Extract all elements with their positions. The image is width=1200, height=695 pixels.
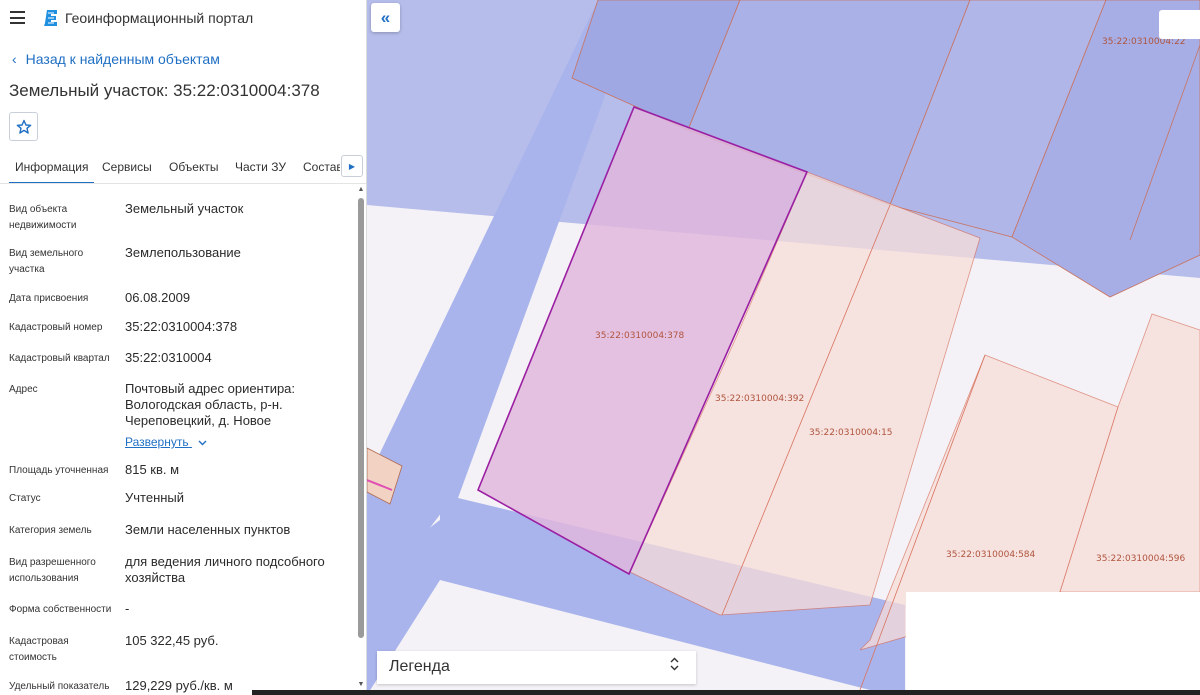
property-label: Категория земель [9, 525, 92, 536]
property-label: Вид разрешенного использования [9, 557, 96, 584]
property-value: 35:22:0310004:378 [125, 319, 238, 334]
property-label: Адрес [9, 384, 38, 395]
expand-link-label: Развернуть [125, 435, 189, 449]
property-label: Кадастровая стоимость [9, 636, 69, 663]
portal-logo-icon [44, 10, 57, 26]
parcel-label: 35:22:0310004:378 [595, 331, 685, 341]
address-value: Почтовый адрес ориентира: Вологодская об… [125, 381, 296, 428]
property-value: 06.08.2009 [125, 290, 191, 305]
object-title: Земельный участок: 35:22:0310004:378 [9, 81, 320, 100]
chevron-left-icon: ‹ [12, 51, 17, 67]
property-value: 105 322,45 руб. [125, 633, 219, 648]
chevron-down-icon [198, 440, 207, 446]
cadastral-map[interactable]: 35:22:0310004:22 35:22:0310004:378 35:22… [367, 0, 1200, 695]
scroll-up-arrow-icon[interactable]: ▲ [357, 186, 365, 194]
map-canvas[interactable]: 35:22:0310004:22 35:22:0310004:378 35:22… [367, 0, 1200, 695]
property-value: для ведения личного подсобного хозяйства [125, 554, 325, 585]
bottom-edge-bar [252, 690, 1200, 695]
property-value: Земли населенных пунктов [125, 522, 291, 537]
property-label: Площадь уточненная [9, 465, 109, 476]
parcel-label: 35:22:0310004:392 [715, 394, 804, 404]
property-value: 815 кв. м [125, 462, 180, 477]
info-sidebar: Геоинформационный портал ‹ Назад к найден… [0, 0, 367, 695]
property-label: Вид земельного участка [9, 248, 84, 275]
property-label: Статус [9, 493, 41, 504]
tab-information[interactable]: Информация [9, 160, 95, 183]
property-label: Кадастровый номер [9, 322, 103, 333]
property-value: - [125, 601, 130, 616]
back-to-results-link[interactable]: ‹ Назад к найденным объектам [12, 51, 220, 67]
property-value: Учтенный [125, 490, 185, 505]
collapse-sidebar-button[interactable]: « [371, 3, 400, 32]
property-label: Кадастровый квартал [9, 353, 110, 364]
tabs-scroll-right-button[interactable]: ▶ [341, 155, 363, 177]
parcel-label: 35:22:0310004:584 [946, 550, 1036, 560]
hamburger-menu-icon[interactable] [10, 11, 25, 24]
app-title: Геоинформационный портал [65, 10, 254, 26]
property-value: Земельный участок [125, 201, 244, 216]
legend-panel[interactable]: Легенда [377, 651, 696, 684]
sidebar-scrollbar[interactable]: ▲ ▼ [357, 186, 365, 691]
parcel-label: 35:22:0310004:15 [809, 428, 893, 438]
scroll-down-arrow-icon[interactable]: ▼ [357, 681, 365, 689]
scrollbar-thumb[interactable] [358, 198, 364, 638]
property-label: Удельный показатель [9, 681, 110, 692]
legend-title: Легенда [389, 658, 450, 675]
property-label: Вид объекта недвижимости [9, 204, 77, 231]
expand-address-link[interactable]: Развернуть [125, 435, 207, 449]
tab-services[interactable]: Сервисы [102, 160, 152, 174]
favorite-button[interactable] [9, 112, 38, 141]
map-empty-tile [906, 592, 1200, 695]
back-link-label: Назад к найденным объектам [25, 51, 220, 67]
double-chevron-left-icon: « [380, 7, 391, 27]
property-label: Дата присвоения [9, 293, 89, 304]
tab-composition[interactable]: Состав [303, 160, 340, 174]
property-value: Землепользование [125, 245, 241, 260]
property-value: 35:22:0310004 [125, 350, 212, 365]
app-header: Геоинформационный портал [0, 0, 366, 36]
tab-bar: Информация Сервисы Объекты Части ЗУ Сост… [0, 152, 366, 184]
expand-collapse-icon[interactable] [670, 657, 679, 674]
map-control-panel[interactable] [1159, 10, 1200, 39]
property-label: Форма собственности [9, 604, 112, 615]
tab-parts[interactable]: Части ЗУ [235, 160, 286, 174]
tab-objects[interactable]: Объекты [169, 160, 219, 174]
star-icon [16, 119, 31, 134]
parcel-label: 35:22:0310004:596 [1096, 554, 1186, 564]
